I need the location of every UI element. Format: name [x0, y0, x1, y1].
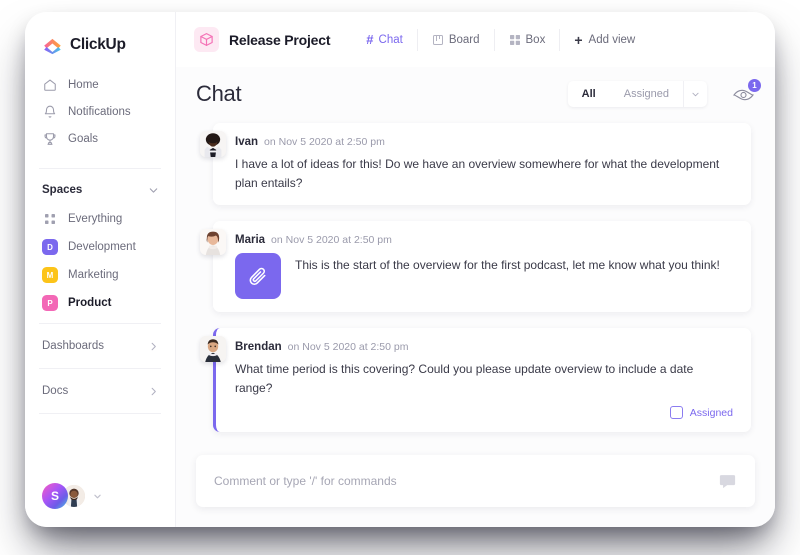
paperclip-icon[interactable] [235, 253, 281, 300]
sidebar-item-label: Everything [68, 213, 123, 225]
sidebar-item-label: Goals [68, 132, 99, 145]
sidebar-item-label: Docs [42, 385, 69, 397]
composer[interactable] [196, 455, 755, 507]
message-author: Ivan [235, 136, 259, 148]
sidebar-item-home[interactable]: Home [25, 71, 175, 98]
sidebar-item-label: Development [68, 241, 136, 253]
tab-box[interactable]: Box [493, 28, 560, 51]
bell-icon [42, 104, 57, 119]
sidebar: ClickUp Home Notifications Goals Spaces … [25, 12, 175, 527]
chevron-right-icon [148, 386, 159, 397]
message-attachment-row: This is the start of the overview for th… [235, 253, 733, 300]
filter-assigned[interactable]: Assigned [610, 81, 683, 107]
spaces-section-header[interactable]: Spaces [25, 175, 175, 205]
clickup-logo-icon [42, 34, 63, 55]
sidebar-item-everything[interactable]: Everything [25, 205, 175, 233]
spaces-section-label: Spaces [42, 184, 83, 196]
message-card: Maria on Nov 5 2020 at 2:50 pm This is t… [213, 221, 751, 313]
sidebar-divider-mid [39, 323, 161, 324]
main-panel: Release Project # Chat Board Box + Add v… [175, 12, 775, 527]
sidebar-item-docs[interactable]: Docs [25, 375, 175, 407]
composer-wrapper [176, 449, 775, 527]
message-card: Ivan on Nov 5 2020 at 2:50 pm I have a l… [213, 123, 751, 206]
topbar: Release Project # Chat Board Box + Add v… [176, 12, 775, 67]
primary-nav: Home Notifications Goals [25, 69, 175, 162]
message-list: Ivan on Nov 5 2020 at 2:50 pm I have a l… [176, 117, 775, 449]
message-item: Ivan on Nov 5 2020 at 2:50 pm I have a l… [200, 123, 751, 206]
workspace-avatar[interactable]: S [42, 483, 68, 509]
brand[interactable]: ClickUp [25, 12, 175, 69]
message-meta: Ivan on Nov 5 2020 at 2:50 pm [235, 136, 733, 148]
chat-filter-group: All Assigned [567, 81, 707, 107]
message-author: Maria [235, 234, 266, 247]
chevron-down-icon[interactable] [683, 81, 707, 107]
message-card: Brendan on Nov 5 2020 at 2:50 pm What ti… [213, 328, 751, 433]
sidebar-item-label: Marketing [68, 269, 119, 281]
tab-board[interactable]: Board [416, 28, 494, 51]
tab-label: Board [448, 33, 480, 46]
sidebar-item-notifications[interactable]: Notifications [25, 98, 175, 125]
avatar-ivan [200, 131, 226, 157]
message-timestamp: on Nov 5 2020 at 2:50 pm [287, 341, 409, 354]
sidebar-item-marketing[interactable]: M Marketing [25, 261, 175, 289]
sidebar-divider-bottom [39, 368, 161, 369]
assigned-checkbox[interactable] [669, 406, 683, 420]
space-badge-product: P [42, 295, 58, 311]
sidebar-item-label: Notifications [68, 105, 131, 118]
sidebar-divider-docs [39, 413, 161, 414]
sidebar-item-dashboards[interactable]: Dashboards [25, 330, 175, 362]
message-item: Brendan on Nov 5 2020 at 2:50 pm What ti… [200, 328, 751, 433]
comment-input[interactable] [214, 474, 718, 488]
avatar-maria [200, 229, 226, 256]
watchers-badge: 1 [748, 79, 761, 92]
sidebar-divider-top [39, 168, 161, 169]
message-meta: Maria on Nov 5 2020 at 2:50 pm [235, 234, 733, 246]
grid-icon [42, 211, 58, 227]
avatar-brendan [200, 336, 226, 363]
chat-header: Chat All Assigned 1 [176, 67, 775, 117]
tab-label: Chat [378, 33, 403, 46]
chevron-right-icon [148, 341, 159, 352]
chevron-down-icon[interactable] [93, 492, 102, 501]
message-timestamp: on Nov 5 2020 at 2:50 pm [264, 136, 385, 148]
board-icon [432, 34, 444, 46]
trophy-icon [42, 131, 57, 146]
app-window: ClickUp Home Notifications Goals Spaces … [25, 12, 775, 527]
hash-icon: # [366, 32, 374, 47]
assigned-label: Assigned [689, 406, 733, 419]
assigned-toggle[interactable]: Assigned [235, 406, 733, 420]
sidebar-item-label: Product [68, 297, 112, 309]
space-badge-development: D [42, 239, 58, 255]
watchers-button[interactable]: 1 [733, 79, 761, 104]
message-text: This is the start of the overview for th… [295, 258, 720, 273]
tab-label: Box [525, 33, 546, 46]
brand-name: ClickUp [70, 35, 126, 53]
message-item: Maria on Nov 5 2020 at 2:50 pm This is t… [200, 221, 751, 313]
comment-bubble-icon[interactable] [718, 472, 737, 491]
page-title: Chat [196, 81, 242, 106]
project-title: Release Project [229, 31, 331, 48]
message-text: What time period is this covering? Could… [235, 362, 694, 395]
message-timestamp: on Nov 5 2020 at 2:50 pm [271, 234, 392, 247]
space-badge-marketing: M [42, 267, 58, 283]
chevron-down-icon [148, 185, 159, 196]
message-meta: Brendan on Nov 5 2020 at 2:50 pm [235, 341, 733, 353]
sidebar-item-development[interactable]: D Development [25, 233, 175, 261]
plus-icon: + [574, 31, 583, 48]
sidebar-item-goals[interactable]: Goals [25, 125, 175, 152]
add-view-label: Add view [588, 33, 636, 46]
sidebar-item-label: Dashboards [42, 340, 105, 352]
sidebar-item-label: Home [68, 78, 99, 91]
cube-icon [194, 27, 219, 52]
filter-all[interactable]: All [568, 81, 610, 107]
message-text: I have a lot of ideas for this! Do we ha… [235, 157, 720, 190]
sidebar-item-product[interactable]: P Product [25, 289, 175, 317]
message-author: Brendan [235, 341, 282, 354]
tab-chat[interactable]: # Chat [352, 29, 417, 51]
sidebar-account[interactable]: S [25, 483, 175, 527]
add-view-button[interactable]: + Add view [559, 28, 636, 51]
home-icon [42, 77, 57, 92]
box-icon [509, 34, 521, 46]
